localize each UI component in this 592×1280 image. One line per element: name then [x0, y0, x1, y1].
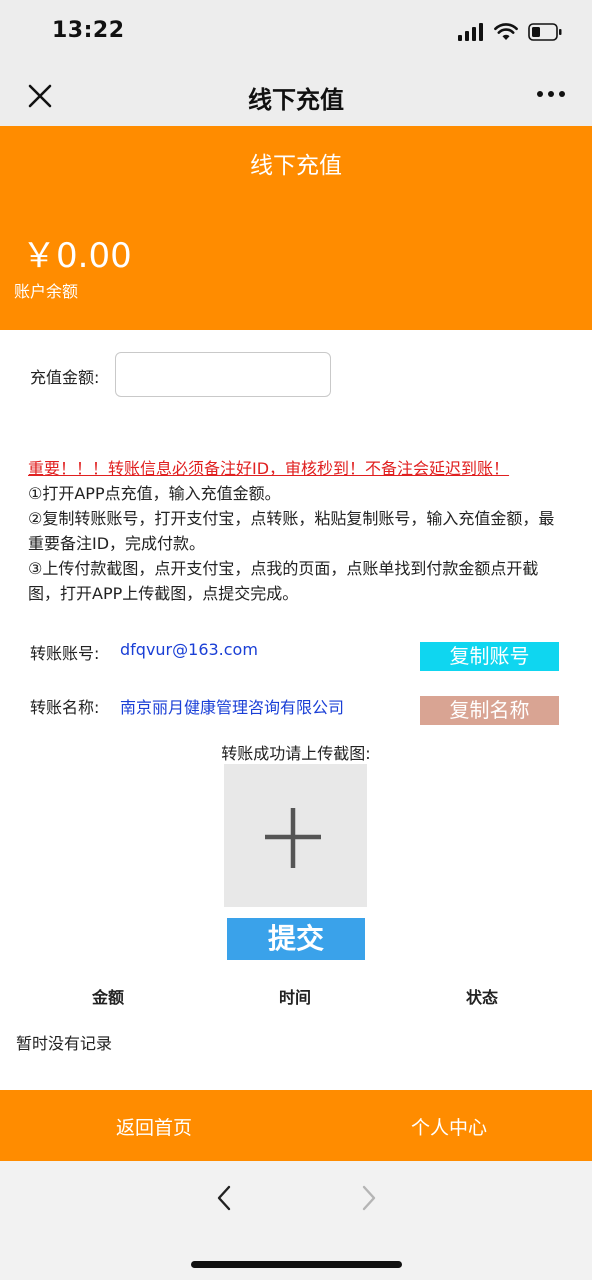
submit-button[interactable]: 提交	[227, 918, 365, 960]
records-empty-text: 暂时没有记录	[16, 1034, 113, 1053]
profile-link[interactable]: 个人中心	[411, 1113, 487, 1140]
column-time: 时间	[279, 988, 312, 1007]
account-balance-label: 账户余额	[14, 282, 79, 301]
important-notice: 重要！！！转账信息必须备注好ID，审核秒到！不备注会延迟到账！	[28, 459, 510, 478]
status-bar: 13:22	[0, 0, 592, 64]
page-title: 线下充值	[248, 86, 344, 114]
instructions: 重要！！！转账信息必须备注好ID，审核秒到！不备注会延迟到账！ ①打开APP点充…	[28, 456, 568, 606]
instruction-step-3: ③上传付款截图，点开支付宝，点我的页面，点账单找到付款金额点开截图，打开APP上…	[28, 559, 539, 603]
transfer-account-value: dfqvur@163.com	[120, 640, 258, 659]
copy-name-button[interactable]: 复制名称	[420, 696, 559, 725]
wifi-icon	[494, 23, 518, 40]
upload-screenshot-button[interactable]	[224, 764, 367, 907]
transfer-account-label: 转账账号:	[30, 644, 100, 663]
battery-icon	[528, 23, 562, 41]
status-time: 13:22	[52, 18, 125, 43]
home-indicator	[191, 1261, 402, 1268]
recharge-amount-input[interactable]	[115, 352, 331, 397]
upload-screenshot-label: 转账成功请上传截图:	[221, 744, 371, 763]
transfer-name-value: 南京丽月健康管理咨询有限公司	[120, 698, 345, 717]
bottom-nav: 返回首页 个人中心	[0, 1090, 592, 1161]
browser-toolbar	[0, 1161, 592, 1280]
nav-bar: 线下充值	[0, 64, 592, 126]
column-amount: 金额	[92, 988, 125, 1007]
status-icons	[458, 20, 562, 44]
column-status: 状态	[466, 988, 499, 1007]
instruction-step-2: ②复制转账账号，打开支付宝，点转账，粘贴复制账号，输入充值金额，最重要备注ID，…	[28, 509, 555, 553]
copy-account-button[interactable]: 复制账号	[420, 642, 559, 671]
cellular-signal-icon	[458, 23, 483, 41]
account-balance: ￥0.00	[22, 236, 132, 276]
browser-back-icon[interactable]	[212, 1183, 236, 1213]
transfer-name-label: 转账名称:	[30, 698, 100, 717]
browser-forward-icon[interactable]	[357, 1183, 381, 1213]
balance-header: 线下充值 ￥0.00 账户余额	[0, 126, 592, 330]
recharge-amount-label: 充值金额:	[30, 368, 100, 387]
plus-icon	[265, 808, 321, 868]
instruction-step-1: ①打开APP点充值，输入充值金额。	[28, 484, 281, 503]
back-home-link[interactable]: 返回首页	[116, 1113, 192, 1140]
header-title: 线下充值	[250, 153, 342, 179]
more-options-icon[interactable]	[536, 86, 566, 102]
records-header: 金额 时间 状态	[0, 984, 592, 1008]
